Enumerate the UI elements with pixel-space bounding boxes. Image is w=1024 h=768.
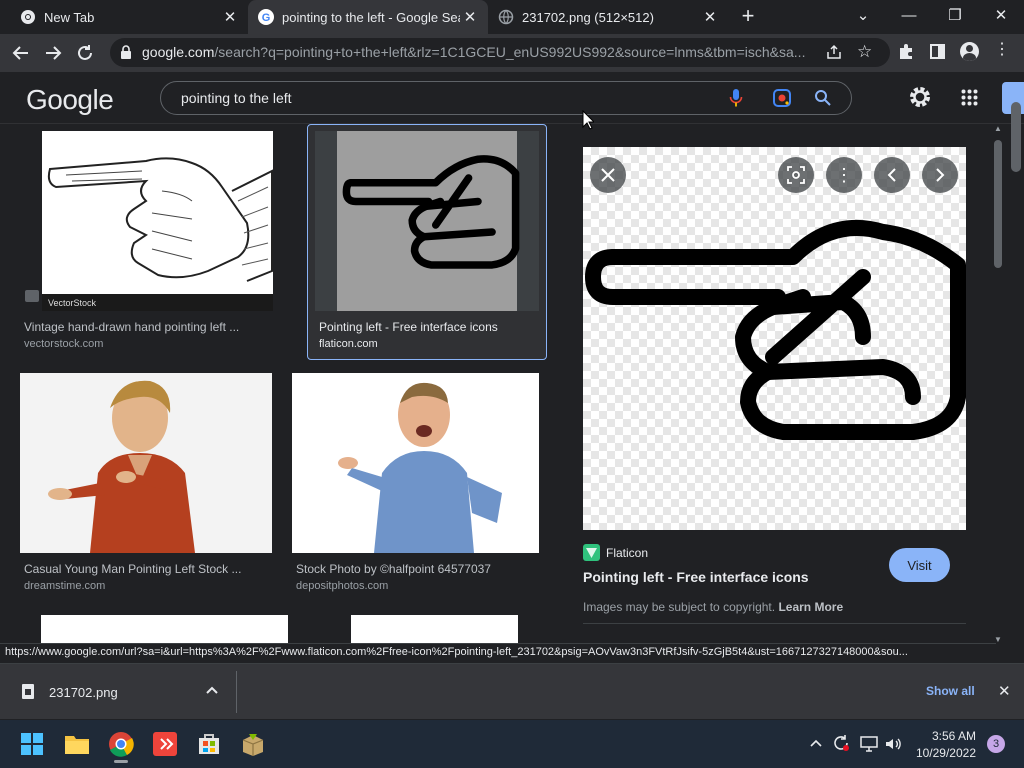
file-icon xyxy=(22,684,34,699)
chrome-taskbar-icon[interactable] xyxy=(105,728,137,760)
search-input[interactable]: pointing to the left xyxy=(181,90,292,106)
side-panel-icon[interactable] xyxy=(930,44,945,59)
profile-avatar-icon[interactable] xyxy=(960,42,979,61)
tab-title: pointing to the left - Google Search xyxy=(282,9,460,25)
download-bar xyxy=(0,663,1024,719)
result-caption[interactable]: Stock Photo by ©halfpoint 64577037 xyxy=(296,562,541,576)
result-caption[interactable]: Vintage hand-drawn hand pointing left ..… xyxy=(24,320,274,334)
close-tab-icon[interactable]: ✕ xyxy=(220,8,240,26)
share-icon[interactable] xyxy=(826,44,842,65)
close-window-icon[interactable]: ✕ xyxy=(978,0,1024,30)
result-thumbnail-stock-photo[interactable] xyxy=(292,373,539,553)
mouse-cursor-icon xyxy=(582,109,596,135)
extensions-puzzle-icon[interactable] xyxy=(898,43,915,65)
display-icon[interactable] xyxy=(860,736,878,757)
new-tab-plus-icon[interactable]: + xyxy=(736,4,760,28)
tab-title: 231702.png (512×512) xyxy=(522,9,654,25)
bookmark-star-icon[interactable]: ☆ xyxy=(857,42,872,62)
vectorstock-watermark: VectorStock xyxy=(48,298,97,308)
panel-scrollbar[interactable]: ▲ ▼ xyxy=(991,124,1005,644)
copyright-notice: Images may be subject to copyright. Lear… xyxy=(583,600,844,614)
link-status-bar: https://www.google.com/url?sa=i&url=http… xyxy=(0,643,996,663)
lens-search-icon[interactable] xyxy=(778,157,814,193)
forward-arrow-icon[interactable] xyxy=(40,40,66,66)
settings-gear-icon[interactable] xyxy=(908,85,932,114)
restore-icon[interactable]: ❐ xyxy=(932,0,978,30)
download-chevron-up-icon[interactable] xyxy=(205,683,219,702)
show-all-downloads-link[interactable]: Show all xyxy=(926,684,975,698)
result-thumbnail-flaticon[interactable] xyxy=(315,131,539,311)
microphone-icon[interactable] xyxy=(729,88,743,113)
back-arrow-icon[interactable] xyxy=(8,40,34,66)
young-man-photo xyxy=(48,380,195,553)
visit-button[interactable]: Visit xyxy=(889,548,950,582)
preview-title[interactable]: Pointing left - Free interface icons xyxy=(583,569,809,585)
vintage-hand-illustration: VectorStock xyxy=(42,157,273,311)
pointing-left-icon-thumb xyxy=(342,155,520,269)
system-tray-chevron-icon[interactable] xyxy=(809,736,823,755)
next-chevron-icon[interactable] xyxy=(922,157,958,193)
apps-grid-icon[interactable] xyxy=(961,89,978,111)
divider xyxy=(583,623,966,624)
close-download-bar-icon[interactable]: ✕ xyxy=(998,682,1011,700)
google-g-icon: G xyxy=(258,9,274,25)
result-caption[interactable]: Casual Young Man Pointing Left Stock ... xyxy=(24,562,274,576)
google-logo[interactable]: Google xyxy=(26,84,114,116)
file-explorer-icon[interactable] xyxy=(61,728,93,760)
image-badge-icon xyxy=(25,290,39,302)
globe-icon xyxy=(498,9,514,25)
sync-status-icon[interactable] xyxy=(832,734,850,757)
windows-start-icon[interactable] xyxy=(16,728,48,760)
lock-icon[interactable] xyxy=(120,45,132,64)
result-source[interactable]: vectorstock.com xyxy=(24,338,103,350)
search-magnifier-icon[interactable] xyxy=(814,89,832,112)
result-source[interactable]: flaticon.com xyxy=(319,338,378,350)
microsoft-store-icon[interactable] xyxy=(193,728,225,760)
svg-text:G: G xyxy=(262,12,271,24)
reload-icon[interactable] xyxy=(72,40,98,66)
result-thumbnail-young-man[interactable] xyxy=(20,373,272,553)
clock-date[interactable]: 10/29/2022 xyxy=(912,746,976,760)
preview-image[interactable] xyxy=(583,147,966,530)
address-bar-url[interactable]: google.com/search?q=pointing+to+the+left… xyxy=(142,44,812,60)
result-thumbnail-partial[interactable] xyxy=(351,615,518,643)
package-app-icon[interactable] xyxy=(237,728,269,760)
tab-search-chevron-icon[interactable]: ⌄ xyxy=(840,0,886,30)
result-thumbnail-vintage-hand[interactable]: VectorStock xyxy=(42,131,273,311)
result-source[interactable]: dreamstime.com xyxy=(24,580,105,592)
tab-google-search[interactable]: G pointing to the left - Google Search ✕ xyxy=(248,0,488,34)
google-lens-icon[interactable] xyxy=(772,88,792,113)
close-tab-icon[interactable]: ✕ xyxy=(460,8,480,26)
volume-icon[interactable] xyxy=(884,735,902,758)
notification-badge[interactable]: 3 xyxy=(987,735,1005,753)
more-options-icon[interactable]: ⋮ xyxy=(826,157,862,193)
result-source[interactable]: depositphotos.com xyxy=(296,580,388,592)
chrome-icon xyxy=(21,10,35,24)
minimize-icon[interactable]: — xyxy=(886,0,932,30)
pointing-left-icon-large xyxy=(585,219,966,440)
close-tab-icon[interactable]: ✕ xyxy=(700,8,720,26)
result-thumbnail-partial[interactable] xyxy=(41,615,288,643)
anydesk-icon[interactable] xyxy=(149,728,181,760)
tab-title: New Tab xyxy=(44,9,95,25)
result-caption[interactable]: Pointing left - Free interface icons xyxy=(319,320,539,334)
tab-image-file[interactable]: 231702.png (512×512) ✕ xyxy=(488,0,728,34)
download-filename[interactable]: 231702.png xyxy=(49,685,118,700)
menu-kebab-icon[interactable]: ⋮ xyxy=(994,41,1010,59)
divider xyxy=(236,671,237,713)
active-app-indicator xyxy=(114,760,128,763)
previous-chevron-icon[interactable] xyxy=(874,157,910,193)
preview-site-name[interactable]: Flaticon xyxy=(606,546,648,560)
man-blue-shirt-photo xyxy=(338,382,502,553)
page-scrollbar[interactable] xyxy=(1008,102,1024,644)
learn-more-link[interactable]: Learn More xyxy=(778,600,843,614)
flaticon-logo-icon xyxy=(583,544,600,561)
tab-new-tab[interactable]: New Tab ✕ xyxy=(0,0,248,34)
clock-time[interactable]: 3:56 AM xyxy=(922,729,976,743)
close-preview-icon[interactable] xyxy=(590,157,626,193)
